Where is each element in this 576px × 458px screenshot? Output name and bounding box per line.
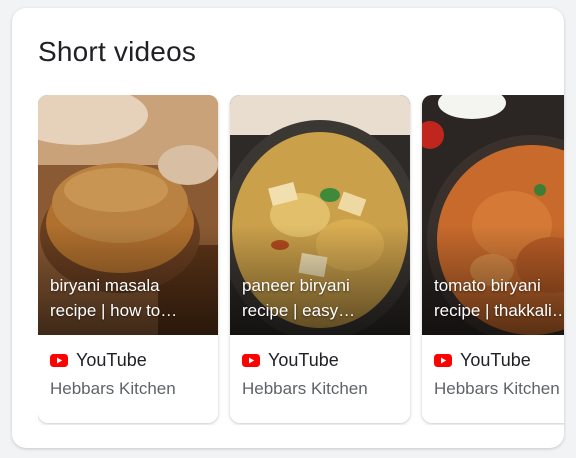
video-meta: YouTube Hebbars Kitchen [50,347,212,399]
video-title: tomato biryani recipe | thakkali… [434,273,564,323]
section-title: Short videos [38,36,197,67]
video-thumbnail[interactable]: biryani masala recipe | how to… [38,95,218,335]
video-title-line: recipe | how to… [50,301,178,320]
source-label: YouTube [460,349,531,370]
video-source: YouTube [50,347,212,373]
video-title-line: tomato biryani [434,276,541,295]
video-title-line: recipe | thakkali… [434,301,564,320]
short-videos-panel: Short videos biryani masala recipe | how… [12,8,564,448]
video-card-biryani-masala[interactable]: biryani masala recipe | how to… YouTube … [38,95,218,423]
video-thumbnail[interactable]: paneer biryani recipe | easy… [230,95,410,335]
video-title-line: recipe | easy… [242,301,356,320]
video-title: biryani masala recipe | how to… [50,273,210,323]
video-title: paneer biryani recipe | easy… [242,273,402,323]
channel-name: Hebbars Kitchen [242,379,368,398]
youtube-play-icon [242,353,260,367]
video-card-tomato-biryani[interactable]: tomato biryani recipe | thakkali… YouTub… [422,95,564,423]
short-videos-carousel[interactable]: biryani masala recipe | how to… YouTube … [38,95,564,425]
source-label: YouTube [76,349,147,370]
channel-name: Hebbars Kitchen [434,379,560,398]
youtube-play-icon [50,353,68,367]
video-title-line: paneer biryani [242,276,350,295]
video-thumbnail[interactable]: tomato biryani recipe | thakkali… [422,95,564,335]
video-title-line: biryani masala [50,276,160,295]
video-source: YouTube [434,347,564,373]
video-meta: YouTube Hebbars Kitchen [242,347,404,399]
video-meta: YouTube Hebbars Kitchen [434,347,564,399]
youtube-play-icon [434,353,452,367]
source-label: YouTube [268,349,339,370]
video-source: YouTube [242,347,404,373]
channel-name: Hebbars Kitchen [50,379,176,398]
video-card-paneer-biryani[interactable]: paneer biryani recipe | easy… YouTube He… [230,95,410,423]
